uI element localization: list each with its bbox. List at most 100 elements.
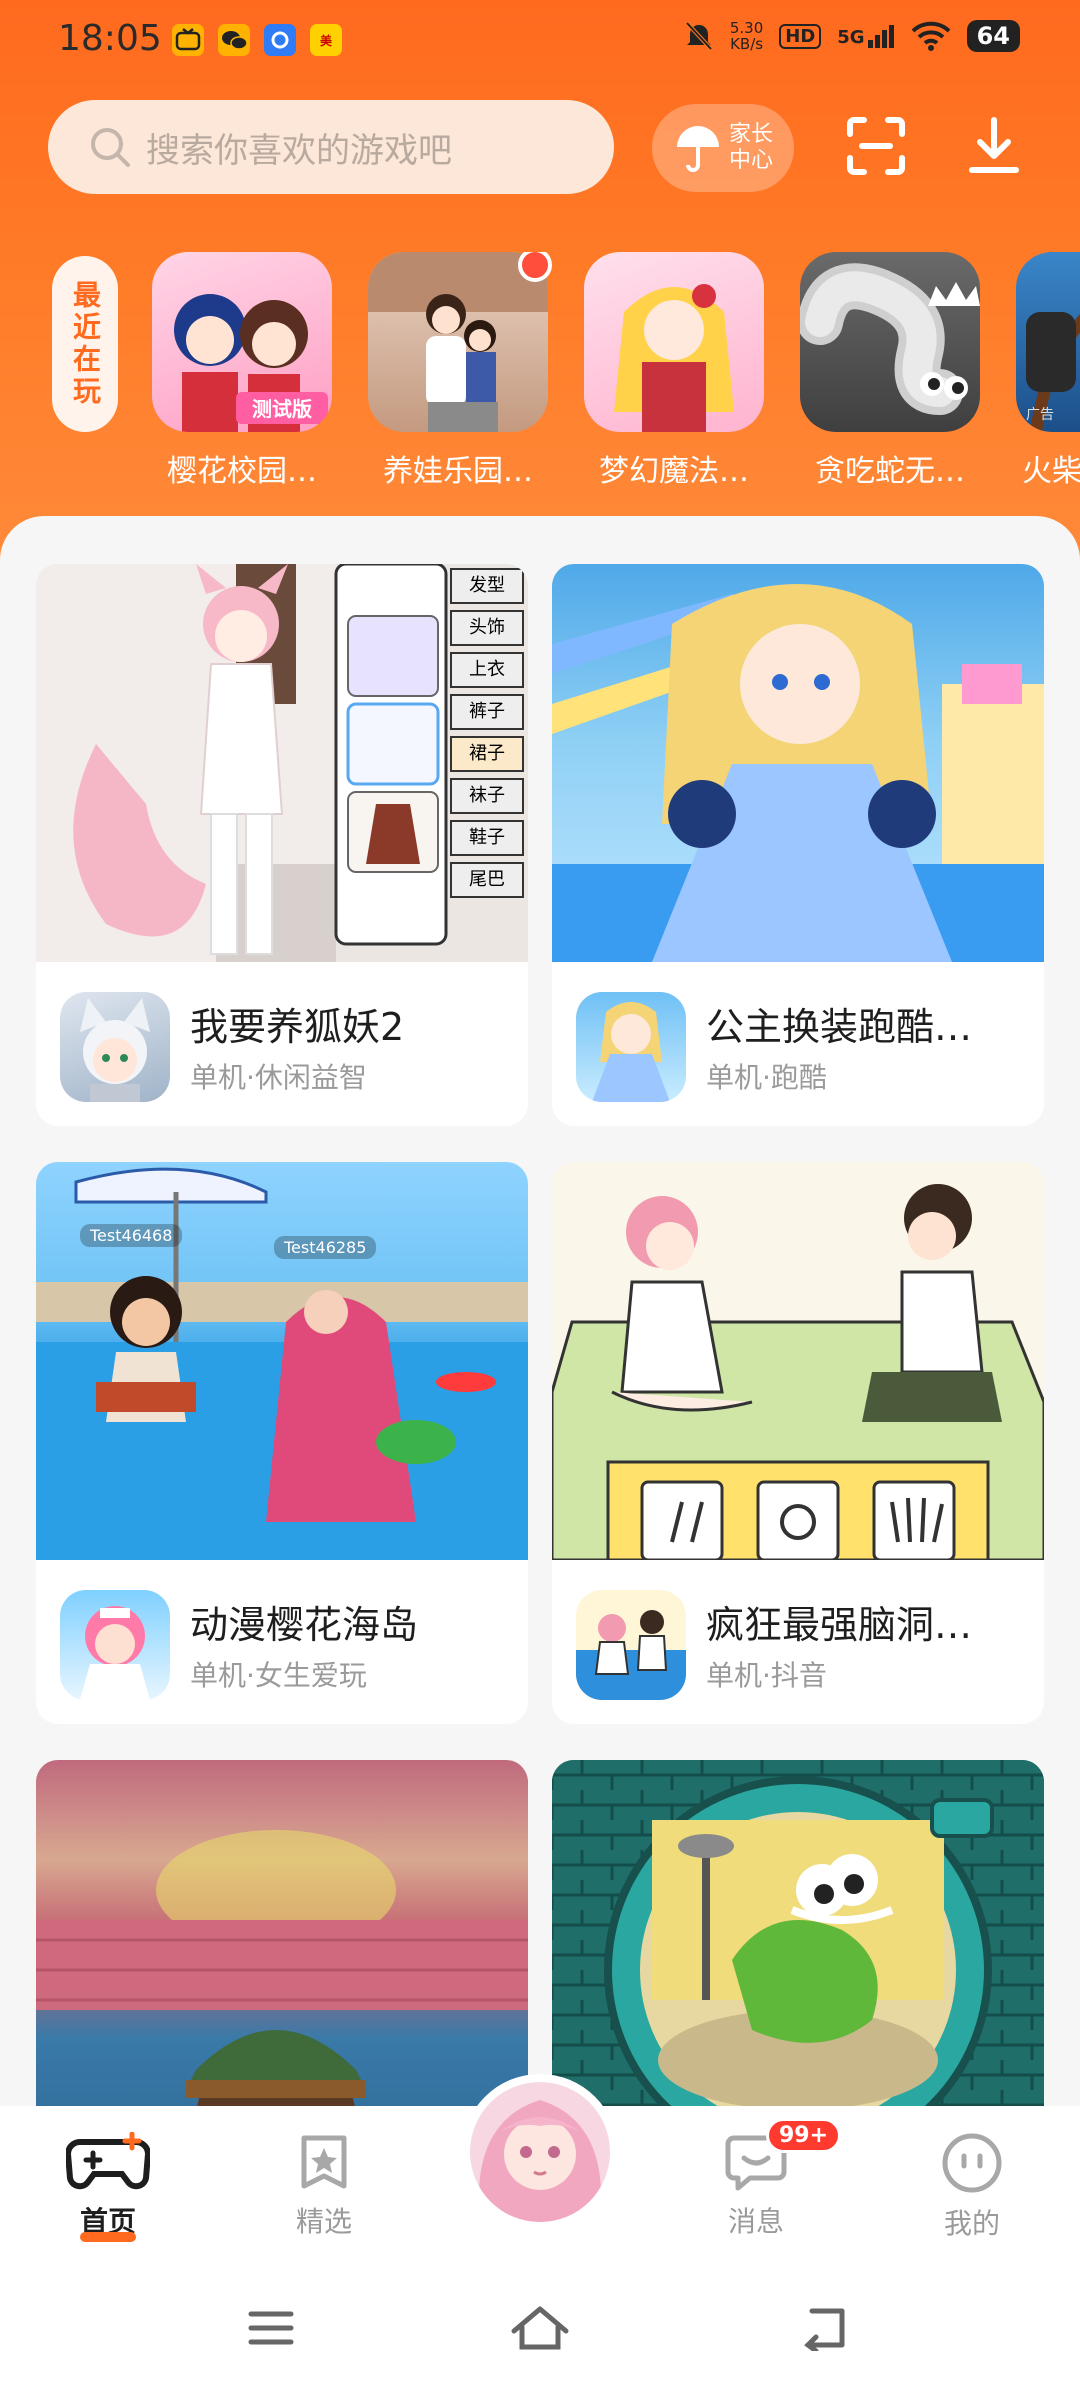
- scan-icon: [847, 117, 905, 175]
- recent-game-item[interactable]: 养娃乐园…: [368, 252, 552, 490]
- active-indicator: [80, 2232, 136, 2242]
- game-title: 公主换装跑酷…: [706, 1005, 973, 1049]
- side-menu-item[interactable]: 尾巴: [450, 862, 524, 898]
- game-cover-image: [552, 564, 1044, 962]
- system-navigation-bar: [0, 2256, 1080, 2400]
- wifi-icon: [911, 21, 950, 51]
- signal-indicator: 5G: [837, 24, 894, 48]
- side-menu-item[interactable]: 发型: [450, 568, 524, 604]
- recent-game-item[interactable]: 贪吃蛇无…: [800, 252, 980, 490]
- tv-app-icon: [172, 24, 204, 56]
- recent-game-name: 樱花校园…: [167, 454, 317, 489]
- side-menu-item[interactable]: 上衣: [450, 652, 524, 688]
- search-placeholder: 搜索你喜欢的游戏吧: [146, 130, 452, 171]
- new-update-dot: [518, 252, 552, 282]
- status-right: 5.30 KB/s HD 5G 64: [684, 20, 1020, 52]
- snake-thumb: [800, 252, 980, 432]
- side-menu-item[interactable]: 裙子: [450, 736, 524, 772]
- game-tags: 单机·休闲益智: [190, 1061, 367, 1094]
- side-menu-item[interactable]: 头饰: [450, 610, 524, 646]
- game-card[interactable]: 公主换装跑酷… 单机·跑酷: [552, 564, 1044, 1126]
- magic-girl-thumb: [584, 252, 764, 432]
- side-menu-item[interactable]: 袜子: [450, 778, 524, 814]
- game-card[interactable]: [36, 1760, 528, 2116]
- unread-badge: 99+: [766, 2118, 842, 2153]
- status-app-icons: 美: [172, 24, 342, 56]
- menu-icon: [248, 2311, 294, 2345]
- player-nametag: Test46285: [274, 1236, 377, 1259]
- smile-icon: [942, 2133, 1002, 2193]
- stick-thumb: 广告: [1016, 252, 1080, 432]
- parent-center-button[interactable]: 家长 中心: [652, 104, 794, 192]
- download-button[interactable]: [958, 110, 1030, 182]
- recent-game-item[interactable]: 梦幻魔法…: [584, 252, 764, 490]
- recently-played-list: 测试版 樱花校园… 养娃乐园… 梦幻魔法… 贪吃蛇无… 广告 火柴: [150, 252, 1080, 492]
- menu-button[interactable]: [236, 2298, 306, 2358]
- home-button[interactable]: [505, 2298, 575, 2358]
- game-card[interactable]: 发型 头饰 上衣 裤子 裙子 袜子 鞋子 尾巴 我要养狐妖2 单机·休闲益智: [36, 564, 528, 1126]
- nav-profile-label: 我的: [943, 2207, 1000, 2240]
- umbrella-icon: [676, 126, 719, 172]
- player-nametag: Test46468: [80, 1224, 183, 1247]
- wechat-icon: [218, 24, 250, 56]
- recent-game-item[interactable]: 测试版 樱花校园…: [152, 252, 332, 490]
- game-cover-image: [36, 1760, 528, 2116]
- nav-home[interactable]: 首页: [38, 2132, 178, 2242]
- anime-school-girls-thumb: 测试版: [152, 252, 332, 432]
- family-thumb: [368, 252, 548, 432]
- recent-game-name: 贪吃蛇无…: [815, 454, 965, 489]
- side-menu: 发型 头饰 上衣 裤子 裙子 袜子 鞋子 尾巴: [450, 564, 524, 904]
- mute-bell-icon: [685, 21, 713, 51]
- game-title: 动漫樱花海岛: [190, 1603, 419, 1647]
- game-feed: 发型 头饰 上衣 裤子 裙子 袜子 鞋子 尾巴 我要养狐妖2 单机·休闲益智 公…: [0, 516, 1080, 2116]
- recent-game-item[interactable]: 广告 火柴: [1016, 252, 1080, 490]
- gamepad-icon: [66, 2132, 150, 2190]
- parent-center-label: 家长: [728, 122, 773, 147]
- game-tags: 单机·抖音: [706, 1659, 827, 1692]
- test-version-badge: 测试版: [252, 397, 312, 421]
- game-cover-image: [552, 1760, 1044, 2116]
- star-bookmark-icon: [301, 2135, 347, 2189]
- back-button[interactable]: [790, 2298, 860, 2358]
- game-tags: 单机·跑酷: [706, 1061, 827, 1094]
- recent-game-name: 火柴: [1022, 454, 1080, 489]
- game-icon: [60, 1590, 170, 1700]
- ad-label: 广告: [1026, 407, 1054, 423]
- game-title: 疯狂最强脑洞…: [706, 1603, 973, 1647]
- hd-badge: HD: [779, 23, 822, 49]
- back-icon: [804, 2308, 845, 2351]
- recently-played-tag: 最近在玩: [52, 256, 118, 432]
- game-icon: [576, 992, 686, 1102]
- recent-game-name: 养娃乐园…: [383, 454, 533, 489]
- home-icon: [511, 2306, 569, 2350]
- download-icon: [969, 117, 1019, 173]
- game-card[interactable]: [552, 1760, 1044, 2116]
- meituan-icon: 美: [310, 24, 342, 56]
- recent-game-name: 梦幻魔法…: [599, 454, 749, 489]
- avatar: [470, 2082, 610, 2222]
- net-speed: 5.30 KB/s: [729, 19, 764, 53]
- nav-featured-label: 精选: [295, 2205, 352, 2238]
- nav-featured[interactable]: 精选: [254, 2132, 394, 2240]
- scan-button[interactable]: [840, 110, 912, 182]
- center-avatar-button[interactable]: [462, 2074, 618, 2230]
- game-tags: 单机·女生爱玩: [190, 1659, 367, 1692]
- search-input[interactable]: 搜索你喜欢的游戏吧: [48, 100, 614, 194]
- game-icon: [60, 992, 170, 1102]
- game-card[interactable]: Test46468 Test46285 动漫樱花海岛 单机·女生爱玩: [36, 1162, 528, 1724]
- cloud-app-icon: [264, 24, 296, 56]
- search-icon: [91, 128, 130, 167]
- nav-profile[interactable]: 我的: [902, 2132, 1042, 2242]
- game-icon: [576, 1590, 686, 1700]
- game-cover-image: 发型 头饰 上衣 裤子 裙子 袜子 鞋子 尾巴: [36, 564, 528, 962]
- battery-indicator: 64: [966, 20, 1020, 52]
- game-card[interactable]: 疯狂最强脑洞… 单机·抖音: [552, 1162, 1044, 1724]
- nav-messages-label: 消息: [727, 2205, 784, 2238]
- game-cover-image: Test46468 Test46285: [36, 1162, 528, 1560]
- game-title: 我要养狐妖2: [190, 1005, 405, 1049]
- status-time: 18:05: [58, 18, 162, 59]
- side-menu-item[interactable]: 裤子: [450, 694, 524, 730]
- side-menu-item[interactable]: 鞋子: [450, 820, 524, 856]
- status-bar: 18:05 美 5.30 KB/s HD 5G 64: [0, 0, 1080, 86]
- game-cover-image: [552, 1162, 1044, 1560]
